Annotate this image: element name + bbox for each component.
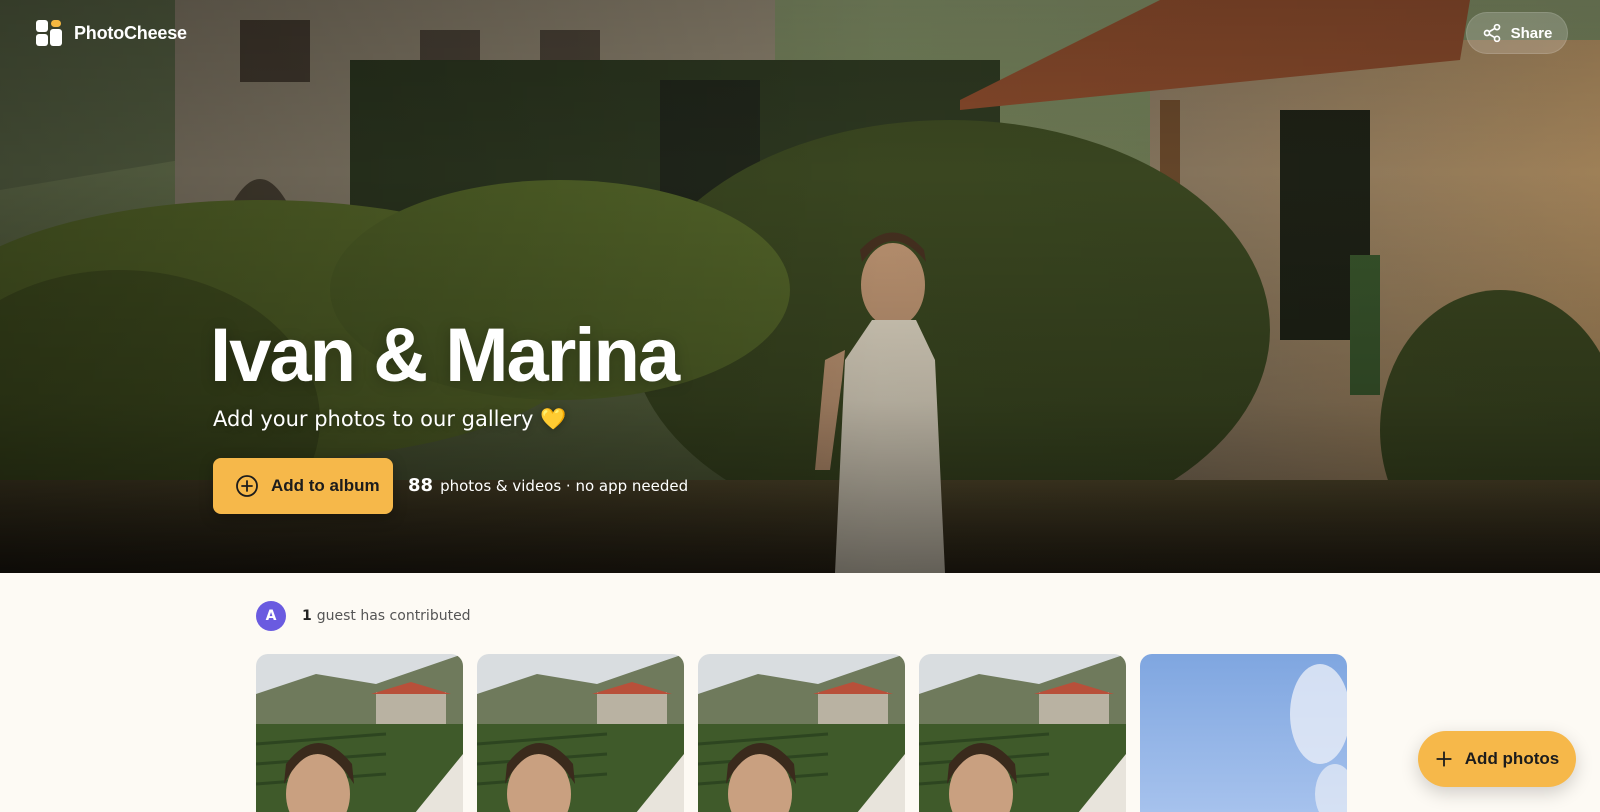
add-photos-button[interactable]: Add photos xyxy=(1418,731,1576,787)
plus-circle-icon xyxy=(236,475,258,497)
brand-name: PhotoCheese xyxy=(74,22,187,43)
album-title: Ivan & Marina xyxy=(210,313,680,398)
contributors-text: 1 guest has contributed xyxy=(302,608,471,624)
gallery-photo[interactable] xyxy=(1140,654,1347,812)
brand[interactable]: PhotoCheese xyxy=(36,20,187,46)
add-to-album-label: Add to album xyxy=(271,476,380,495)
gallery-photo[interactable] xyxy=(919,654,1126,812)
album-stats: 88 photos & videos · no app needed xyxy=(408,475,688,496)
gallery-photo[interactable] xyxy=(477,654,684,812)
gallery-photo[interactable] xyxy=(256,654,463,812)
contributors-row: A 1 guest has contributed xyxy=(256,601,471,631)
album-subtitle: Add your photos to our gallery 💛 xyxy=(213,407,567,431)
contributor-label: guest has contributed xyxy=(316,608,471,624)
photocheese-logo-icon xyxy=(36,20,62,46)
contributor-count: 1 xyxy=(302,608,312,624)
gallery-photo[interactable] xyxy=(698,654,905,812)
hero-banner: PhotoCheese Share Ivan & Marina Add your… xyxy=(0,0,1600,573)
media-count-text: photos & videos · no app needed xyxy=(440,477,689,495)
media-count: 88 xyxy=(408,475,434,496)
share-icon xyxy=(1483,23,1500,43)
photo-gallery xyxy=(256,654,1347,812)
avatar[interactable]: A xyxy=(256,601,286,631)
add-photos-label: Add photos xyxy=(1464,749,1560,768)
share-button[interactable]: Share xyxy=(1466,12,1568,54)
plus-icon xyxy=(1436,751,1452,767)
share-label: Share xyxy=(1510,24,1553,42)
add-to-album-button[interactable]: Add to album xyxy=(213,458,393,514)
